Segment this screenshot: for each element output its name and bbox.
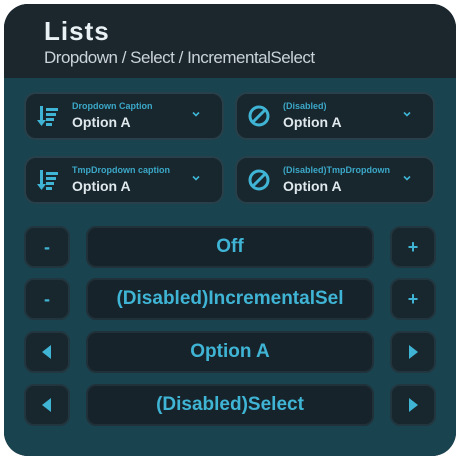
sort-list-icon xyxy=(37,106,58,126)
dropdown-disabled[interactable]: (Disabled) Option A xyxy=(235,92,435,140)
dropdown-caption-label: (Disabled)TmpDropdown xyxy=(283,165,390,175)
incremental-select-disabled-value: (Disabled)IncrementalSel xyxy=(86,278,374,320)
caret-right-icon xyxy=(409,345,418,359)
lists-panel: Lists Dropdown / Select / IncrementalSel… xyxy=(4,4,456,456)
incremental-select-value: Off xyxy=(86,226,374,268)
caret-left-icon xyxy=(42,345,51,359)
panel-header: Lists Dropdown / Select / IncrementalSel… xyxy=(4,4,456,78)
dropdown-value: Option A xyxy=(283,114,342,130)
tmp-dropdown[interactable]: TmpDropdown caption Option A xyxy=(24,156,224,204)
decrement-button-disabled[interactable]: - xyxy=(24,278,70,320)
disabled-icon xyxy=(248,105,270,127)
chevron-down-icon xyxy=(192,111,200,117)
caret-left-icon xyxy=(42,398,51,412)
panel-subtitle: Dropdown / Select / IncrementalSelect xyxy=(44,48,315,67)
dropdown-value: Option A xyxy=(283,178,342,194)
dropdown-caption-label: Dropdown Caption xyxy=(72,101,153,111)
select-next-button[interactable] xyxy=(390,331,436,373)
select-prev-button[interactable] xyxy=(24,331,70,373)
tmp-dropdown-disabled[interactable]: (Disabled)TmpDropdown Option A xyxy=(235,156,435,204)
select-prev-button-disabled[interactable] xyxy=(24,384,70,426)
dropdown-value: Option A xyxy=(72,178,131,194)
increment-button-disabled[interactable]: + xyxy=(390,278,436,320)
dropdown-caption-label: (Disabled) xyxy=(283,101,327,111)
chevron-down-icon xyxy=(192,175,200,181)
select-value: Option A xyxy=(86,331,374,373)
dropdown-caption[interactable]: Dropdown Caption Option A xyxy=(24,92,224,140)
disabled-icon xyxy=(248,169,270,191)
panel-title: Lists xyxy=(44,16,110,46)
chevron-down-icon xyxy=(403,111,411,117)
select-next-button-disabled[interactable] xyxy=(390,384,436,426)
dropdown-caption-label: TmpDropdown caption xyxy=(72,165,170,175)
decrement-button[interactable]: - xyxy=(24,226,70,268)
increment-button[interactable]: + xyxy=(390,226,436,268)
chevron-down-icon xyxy=(403,175,411,181)
caret-right-icon xyxy=(409,398,418,412)
panel-body: Dropdown Caption Option A (Disabled) Opt… xyxy=(4,78,456,456)
sort-list-icon xyxy=(37,170,58,190)
select-disabled-value: (Disabled)Select xyxy=(86,384,374,426)
dropdown-value: Option A xyxy=(72,114,131,130)
